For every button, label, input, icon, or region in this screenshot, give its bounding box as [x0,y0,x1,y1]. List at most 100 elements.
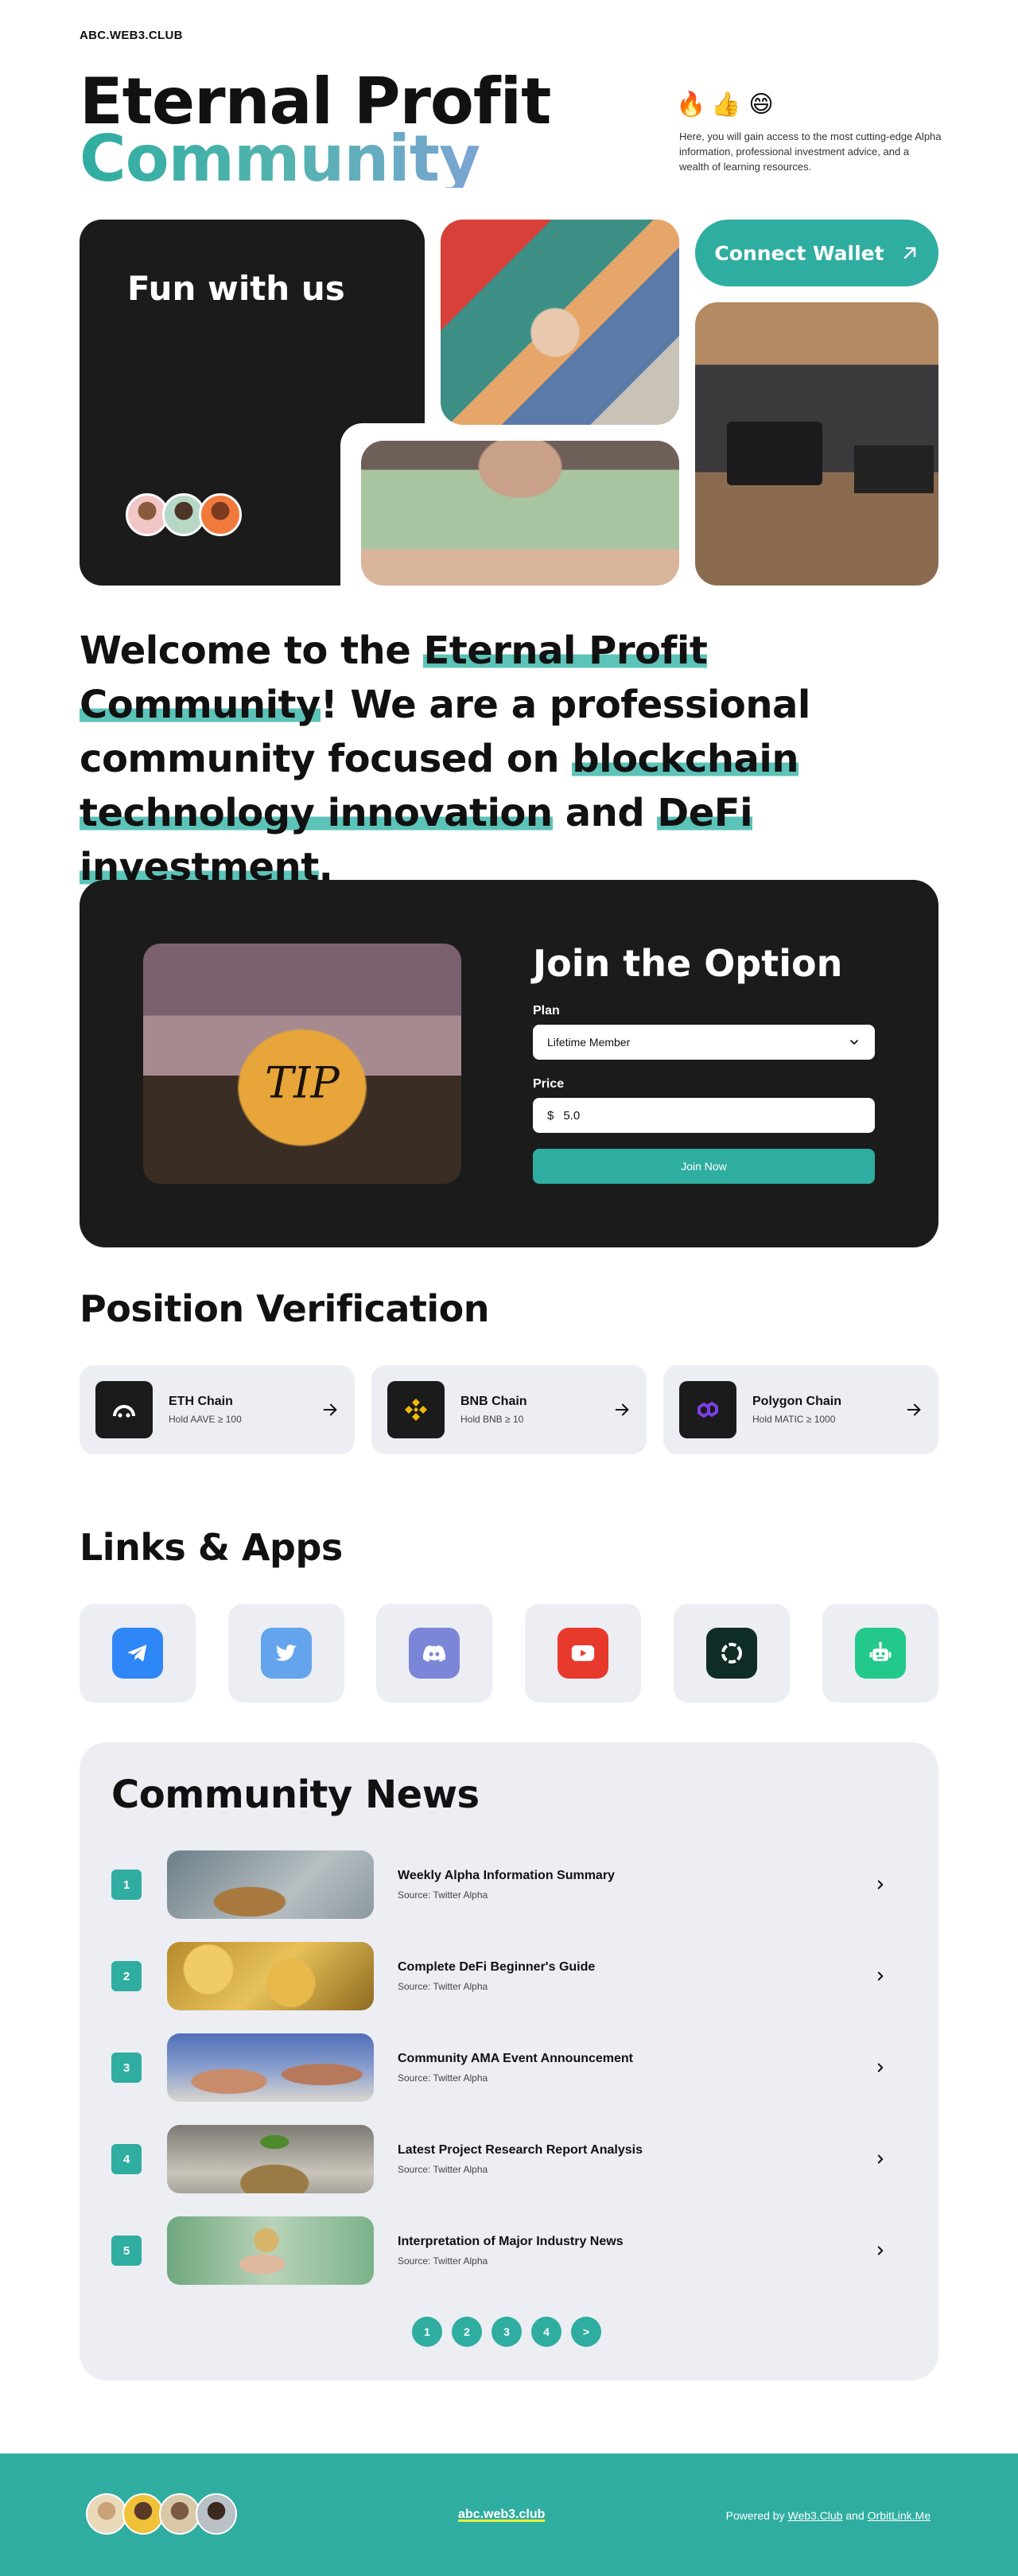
app-ring-icon [706,1628,757,1679]
emoji-row: 🔥 👍 😄 [676,91,775,118]
news-title: Complete DeFi Beginner's Guide [398,1960,596,1974]
news-thumbnail [167,2033,374,2102]
twitter-icon [261,1628,312,1679]
powered-prefix: Powered by [725,2509,788,2522]
welcome-text: and [552,791,658,835]
chain-name: BNB Chain [460,1395,527,1408]
news-title: Community AMA Event Announcement [398,2052,634,2065]
orbitlink-link[interactable]: OrbitLink.Me [868,2509,931,2522]
welcome-statement: Welcome to the Eternal Profit Community!… [80,624,938,894]
news-number: 3 [111,2053,142,2083]
page-button-4[interactable]: 4 [531,2317,561,2347]
chain-requirement: Hold AAVE ≥ 100 [169,1414,242,1425]
app-link-ring-app[interactable] [674,1604,790,1702]
team-hands-photo [441,220,679,425]
price-input[interactable] [563,1108,834,1123]
chevron-right-icon [877,1971,884,1981]
web3club-link[interactable]: Web3.Club [787,2509,842,2522]
footer-domain-link[interactable]: abc.web3.club [458,2508,545,2522]
fire-emoji-icon: 🔥 [676,91,706,118]
arrow-right-icon [615,1403,629,1416]
news-title: Interpretation of Major Industry News [398,2235,624,2248]
news-pagination: 1 2 3 4 > [412,2317,601,2347]
news-item[interactable]: 4 Latest Project Research Report Analysi… [111,2125,907,2193]
price-label: Price [533,1077,565,1091]
news-source: Source: Twitter Alpha [398,1889,488,1901]
page-next-button[interactable]: > [571,2317,601,2347]
join-now-button[interactable]: Join Now [533,1149,875,1184]
bnb-icon [387,1381,445,1438]
chain-requirement: Hold MATIC ≥ 1000 [752,1414,836,1425]
tip-jar-label: TIP [265,1057,340,1108]
connect-wallet-label: Connect Wallet [714,241,884,265]
news-title: Weekly Alpha Information Summary [398,1869,615,1882]
news-source: Source: Twitter Alpha [398,2255,488,2267]
currency-symbol: $ [547,1108,554,1123]
smile-emoji-icon: 😄 [748,91,774,118]
page-button-2[interactable]: 2 [452,2317,482,2347]
chevron-right-icon [877,2154,884,2164]
chevron-down-icon [850,1040,858,1045]
news-item[interactable]: 1 Weekly Alpha Information Summary Sourc… [111,1850,907,1919]
links-heading: Links & Apps [80,1526,343,1569]
site-name[interactable]: ABC.WEB3.CLUB [80,29,183,42]
avatar [122,2493,164,2535]
aave-icon [95,1381,153,1438]
news-number: 5 [111,2236,142,2266]
news-item[interactable]: 5 Interpretation of Major Industry News … [111,2216,907,2285]
app-link-discord[interactable] [376,1604,492,1702]
plan-label: Plan [533,1004,560,1018]
chevron-right-icon [877,1880,884,1889]
connect-wallet-button[interactable]: Connect Wallet [695,220,938,286]
chain-card-polygon[interactable]: Polygon Chain Hold MATIC ≥ 1000 [663,1365,938,1454]
page-button-3[interactable]: 3 [492,2317,522,2347]
arrow-up-right-icon [903,247,915,259]
people-laptops-photo [695,302,938,586]
news-thumbnail [167,2216,374,2285]
telegram-icon [112,1628,163,1679]
chevron-right-icon [877,2063,884,2072]
money-fan-photo [361,441,679,586]
tip-jar-photo: TIP [143,944,461,1184]
member-avatars [126,493,242,536]
arrow-right-icon [907,1403,921,1416]
thumbs-up-emoji-icon: 👍 [711,91,741,118]
avatar [86,2493,127,2535]
chevron-right-icon [877,2246,884,2255]
hero-description: Here, you will gain access to the most c… [679,130,942,173]
app-link-youtube[interactable] [525,1604,641,1702]
robot-icon [855,1628,906,1679]
app-link-twitter[interactable] [228,1604,344,1702]
news-source: Source: Twitter Alpha [398,2072,488,2084]
chain-requirement: Hold BNB ≥ 10 [460,1414,524,1425]
news-item[interactable]: 3 Community AMA Event Announcement Sourc… [111,2033,907,2102]
chain-card-bnb[interactable]: BNB Chain Hold BNB ≥ 10 [371,1365,647,1454]
plan-select-value: Lifetime Member [547,1036,631,1049]
news-number: 4 [111,2144,142,2174]
news-thumbnail [167,1942,374,2010]
welcome-text: Welcome to the [80,628,424,673]
chain-name: ETH Chain [169,1395,233,1408]
discord-icon [409,1628,460,1679]
news-thumbnail [167,2125,374,2193]
news-source: Source: Twitter Alpha [398,2164,488,2175]
app-link-telegram[interactable] [80,1604,196,1702]
news-title: Latest Project Research Report Analysis [398,2143,643,2157]
powered-and: and [842,2509,868,2522]
news-source: Source: Twitter Alpha [398,1981,488,1992]
arrow-right-icon [323,1403,337,1416]
page-button-1[interactable]: 1 [412,2317,442,2347]
chain-card-eth[interactable]: ETH Chain Hold AAVE ≥ 100 [80,1365,355,1454]
join-title: Join the Option [533,942,843,985]
hero-title: Eternal Profit Community [80,70,551,191]
price-field: $ [533,1098,875,1133]
news-item[interactable]: 2 Complete DeFi Beginner's Guide Source:… [111,1942,907,2010]
verification-heading: Position Verification [80,1287,490,1330]
polygon-icon [679,1381,736,1438]
hero-title-line2: Community [80,127,550,191]
app-link-robot[interactable] [822,1604,938,1702]
avatar [159,2493,200,2535]
avatar [199,493,242,536]
plan-select[interactable]: Lifetime Member [533,1025,875,1060]
footer-avatars [86,2493,237,2535]
